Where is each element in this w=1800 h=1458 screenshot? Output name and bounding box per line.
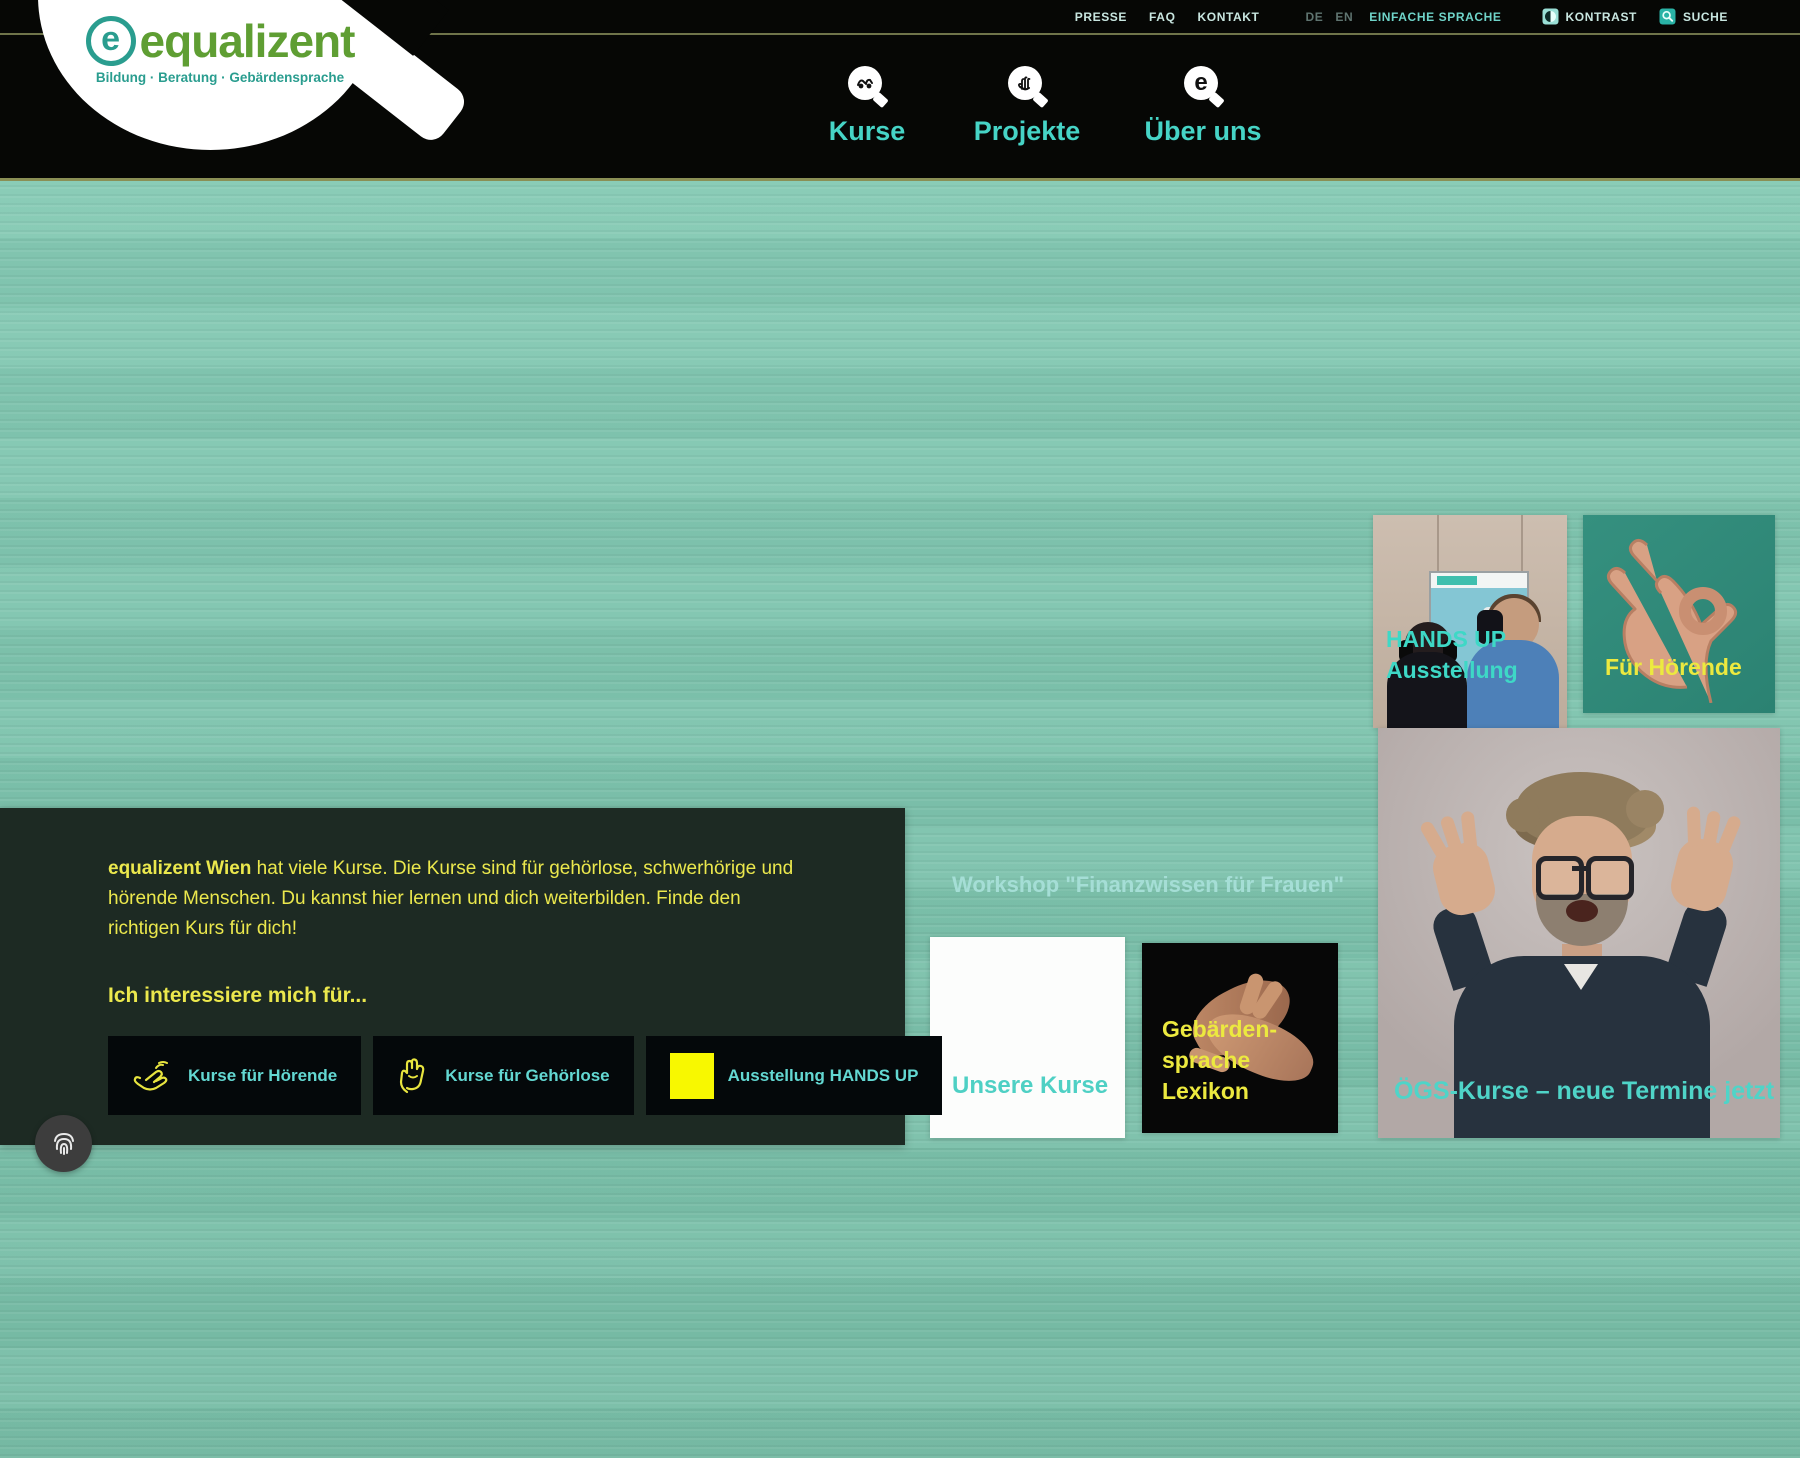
utility-link-presse[interactable]: PRESSE [1075,10,1127,24]
button-label: Ausstellung HANDS UP [728,1066,919,1086]
nav-label-ueber-uns: Über uns [1123,116,1283,147]
tile-caption: Gebärden- sprache Lexikon [1162,1014,1338,1107]
intro-panel: equalizent Wien hat viele Kurse. Die Kur… [0,808,905,1145]
tile-fuer-hoerende[interactable]: Für Hörende [1583,515,1775,713]
interest-heading: Ich interessiere mich für... [108,984,367,1008]
nav-item-projekte[interactable]: Projekte [947,66,1107,147]
button-kurse-fuer-hoerende[interactable]: Kurse für Hörende [108,1036,361,1115]
search-button[interactable]: SUCHE [1659,8,1728,25]
sign-hand-icon [397,1056,431,1096]
tile-caption: HANDS UP Ausstellung [1386,624,1518,686]
tile-hands-up-ausstellung[interactable]: HANDS UP Ausstellung [1373,515,1567,728]
language-en[interactable]: EN [1335,10,1353,24]
utility-bar: PRESSE FAQ KONTAKT DE EN EINFACHE SPRACH… [1053,0,1728,33]
tile-caption: ÖGS-Kurse – neue Termine jetzt online [1394,1077,1780,1106]
nav-item-ueber-uns[interactable]: e Über uns [1123,66,1283,147]
kurse-hands-icon [848,66,886,104]
tile-unsere-kurse[interactable]: Unsere Kurse [930,937,1125,1138]
utility-link-kontakt[interactable]: KONTAKT [1198,10,1260,24]
button-ausstellung-hands-up[interactable]: Ausstellung HANDS UP [646,1036,943,1115]
yellow-square-icon [670,1053,714,1099]
accessibility-fingerprint-button[interactable] [35,1115,92,1172]
button-kurse-fuer-gehoerlose[interactable]: Kurse für Gehörlose [373,1036,633,1115]
logo[interactable]: e equalizent Bildung · Beratung · Gebärd… [38,0,448,165]
nav-label-kurse: Kurse [787,116,947,147]
site-header: PRESSE FAQ KONTAKT DE EN EINFACHE SPRACH… [0,0,1800,181]
intro-lead-text: equalizent Wien hat viele Kurse. Die Kur… [108,854,808,944]
utility-link-faq[interactable]: FAQ [1149,10,1175,24]
logo-brand-text: equalizent [140,14,355,68]
search-label: SUCHE [1683,10,1728,24]
contrast-button[interactable]: KONTRAST [1542,8,1637,25]
nav-item-kurse[interactable]: Kurse [787,66,947,147]
ueber-uns-e-icon: e [1184,66,1222,104]
logo-inner: e equalizent Bildung · Beratung · Gebärd… [70,14,370,85]
projekte-hand-icon [1008,66,1046,104]
tile-oegs-kurse[interactable]: ÖGS-Kurse – neue Termine jetzt online [1378,728,1780,1138]
intro-lead-bold: equalizent Wien [108,858,251,879]
button-label: Kurse für Hörende [188,1066,337,1086]
contrast-label: KONTRAST [1566,10,1637,24]
easy-language-link[interactable]: EINFACHE SPRACHE [1369,10,1501,24]
tile-gebaerdensprache-lexikon[interactable]: Gebärden- sprache Lexikon [1142,943,1338,1133]
tile-caption: Unsere Kurse [952,1072,1108,1100]
contrast-icon [1542,8,1559,25]
nav-label-projekte: Projekte [947,116,1107,147]
tile-caption: Für Hörende [1605,654,1742,681]
logo-tagline: Bildung · Beratung · Gebärdensprache [70,70,370,85]
language-de[interactable]: DE [1305,10,1323,24]
button-label: Kurse für Gehörlose [445,1066,609,1086]
fingerprint-icon [49,1129,79,1159]
search-icon [1659,8,1676,25]
hearing-hand-icon [132,1058,174,1094]
workshop-link[interactable]: Workshop "Finanzwissen für Frauen" [952,872,1344,898]
interest-button-row: Kurse für Hörende Kurse für Gehörlose Au… [108,1036,942,1115]
logo-e-mark: e [86,16,136,66]
